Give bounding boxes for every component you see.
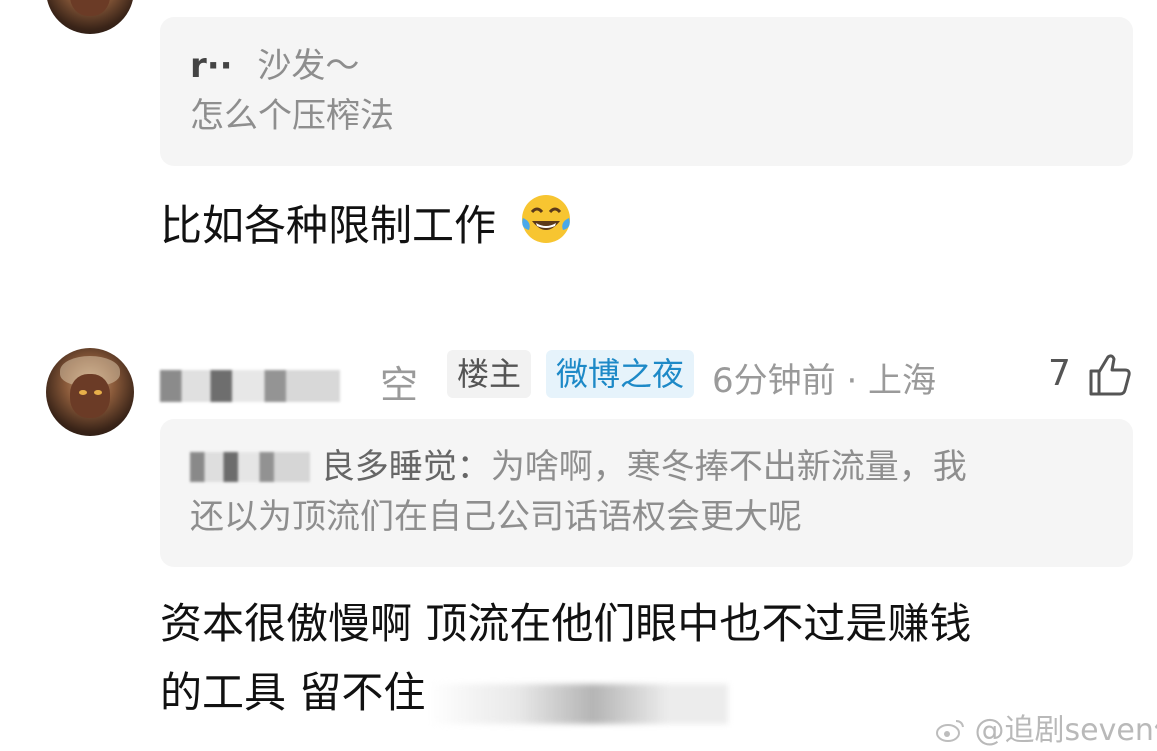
owner-badge: 楼主 bbox=[447, 350, 532, 398]
comment-text-line-2: 的工具 留不住 bbox=[160, 668, 426, 717]
blurred-quote-author bbox=[190, 452, 310, 482]
comment-text: 比如各种限制工作 bbox=[160, 190, 575, 255]
comment-text-line-1: 资本很傲慢啊 顶流在他们眼中也不过是赚钱 bbox=[160, 599, 972, 648]
event-badge[interactable]: 微博之夜 bbox=[546, 350, 695, 398]
quote-line-2: 还以为顶流们在自己公司话语权会更大呢 bbox=[190, 497, 802, 537]
comment-header: 空 楼主 微博之夜 6分钟前 · 上海 7 bbox=[160, 350, 1140, 407]
username[interactable]: 空 bbox=[160, 354, 418, 409]
quote-author: r·· bbox=[190, 46, 233, 86]
quote-line-1: r·· 沙发～ bbox=[190, 41, 1133, 91]
weibo-logo-icon bbox=[935, 716, 965, 742]
laughing-tears-emoji-icon bbox=[517, 190, 575, 248]
obscured-area bbox=[428, 684, 728, 724]
watermark-text: @追剧seven仙女 bbox=[974, 713, 1157, 748]
timestamp-location: 6分钟前 · 上海 bbox=[712, 361, 937, 401]
thumbs-up-icon[interactable] bbox=[1085, 350, 1135, 400]
avatar[interactable] bbox=[46, 0, 134, 34]
quote-text: 为啥啊，寒冬捧不出新流量，我 bbox=[490, 447, 967, 487]
like-count: 7 bbox=[1048, 353, 1071, 394]
comment-body: 比如各种限制工作 bbox=[160, 201, 497, 250]
username-suffix: 空 bbox=[380, 363, 419, 407]
quote-line-2: 怎么个压榨法 bbox=[190, 96, 394, 136]
quoted-reply[interactable]: 良多睡觉：为啥啊，寒冬捧不出新流量，我 还以为顶流们在自己公司话语权会更大呢 bbox=[160, 419, 1133, 567]
blurred-username bbox=[160, 370, 340, 402]
quote-line-1: 良多睡觉：为啥啊，寒冬捧不出新流量，我 bbox=[190, 442, 1133, 492]
quote-author: 良多睡觉： bbox=[320, 447, 491, 487]
quoted-reply[interactable]: r·· 沙发～ 怎么个压榨法 bbox=[160, 17, 1133, 166]
avatar[interactable] bbox=[46, 348, 134, 436]
watermark: @追剧seven仙女 bbox=[935, 705, 1157, 749]
quote-text: 沙发～ bbox=[257, 46, 360, 86]
